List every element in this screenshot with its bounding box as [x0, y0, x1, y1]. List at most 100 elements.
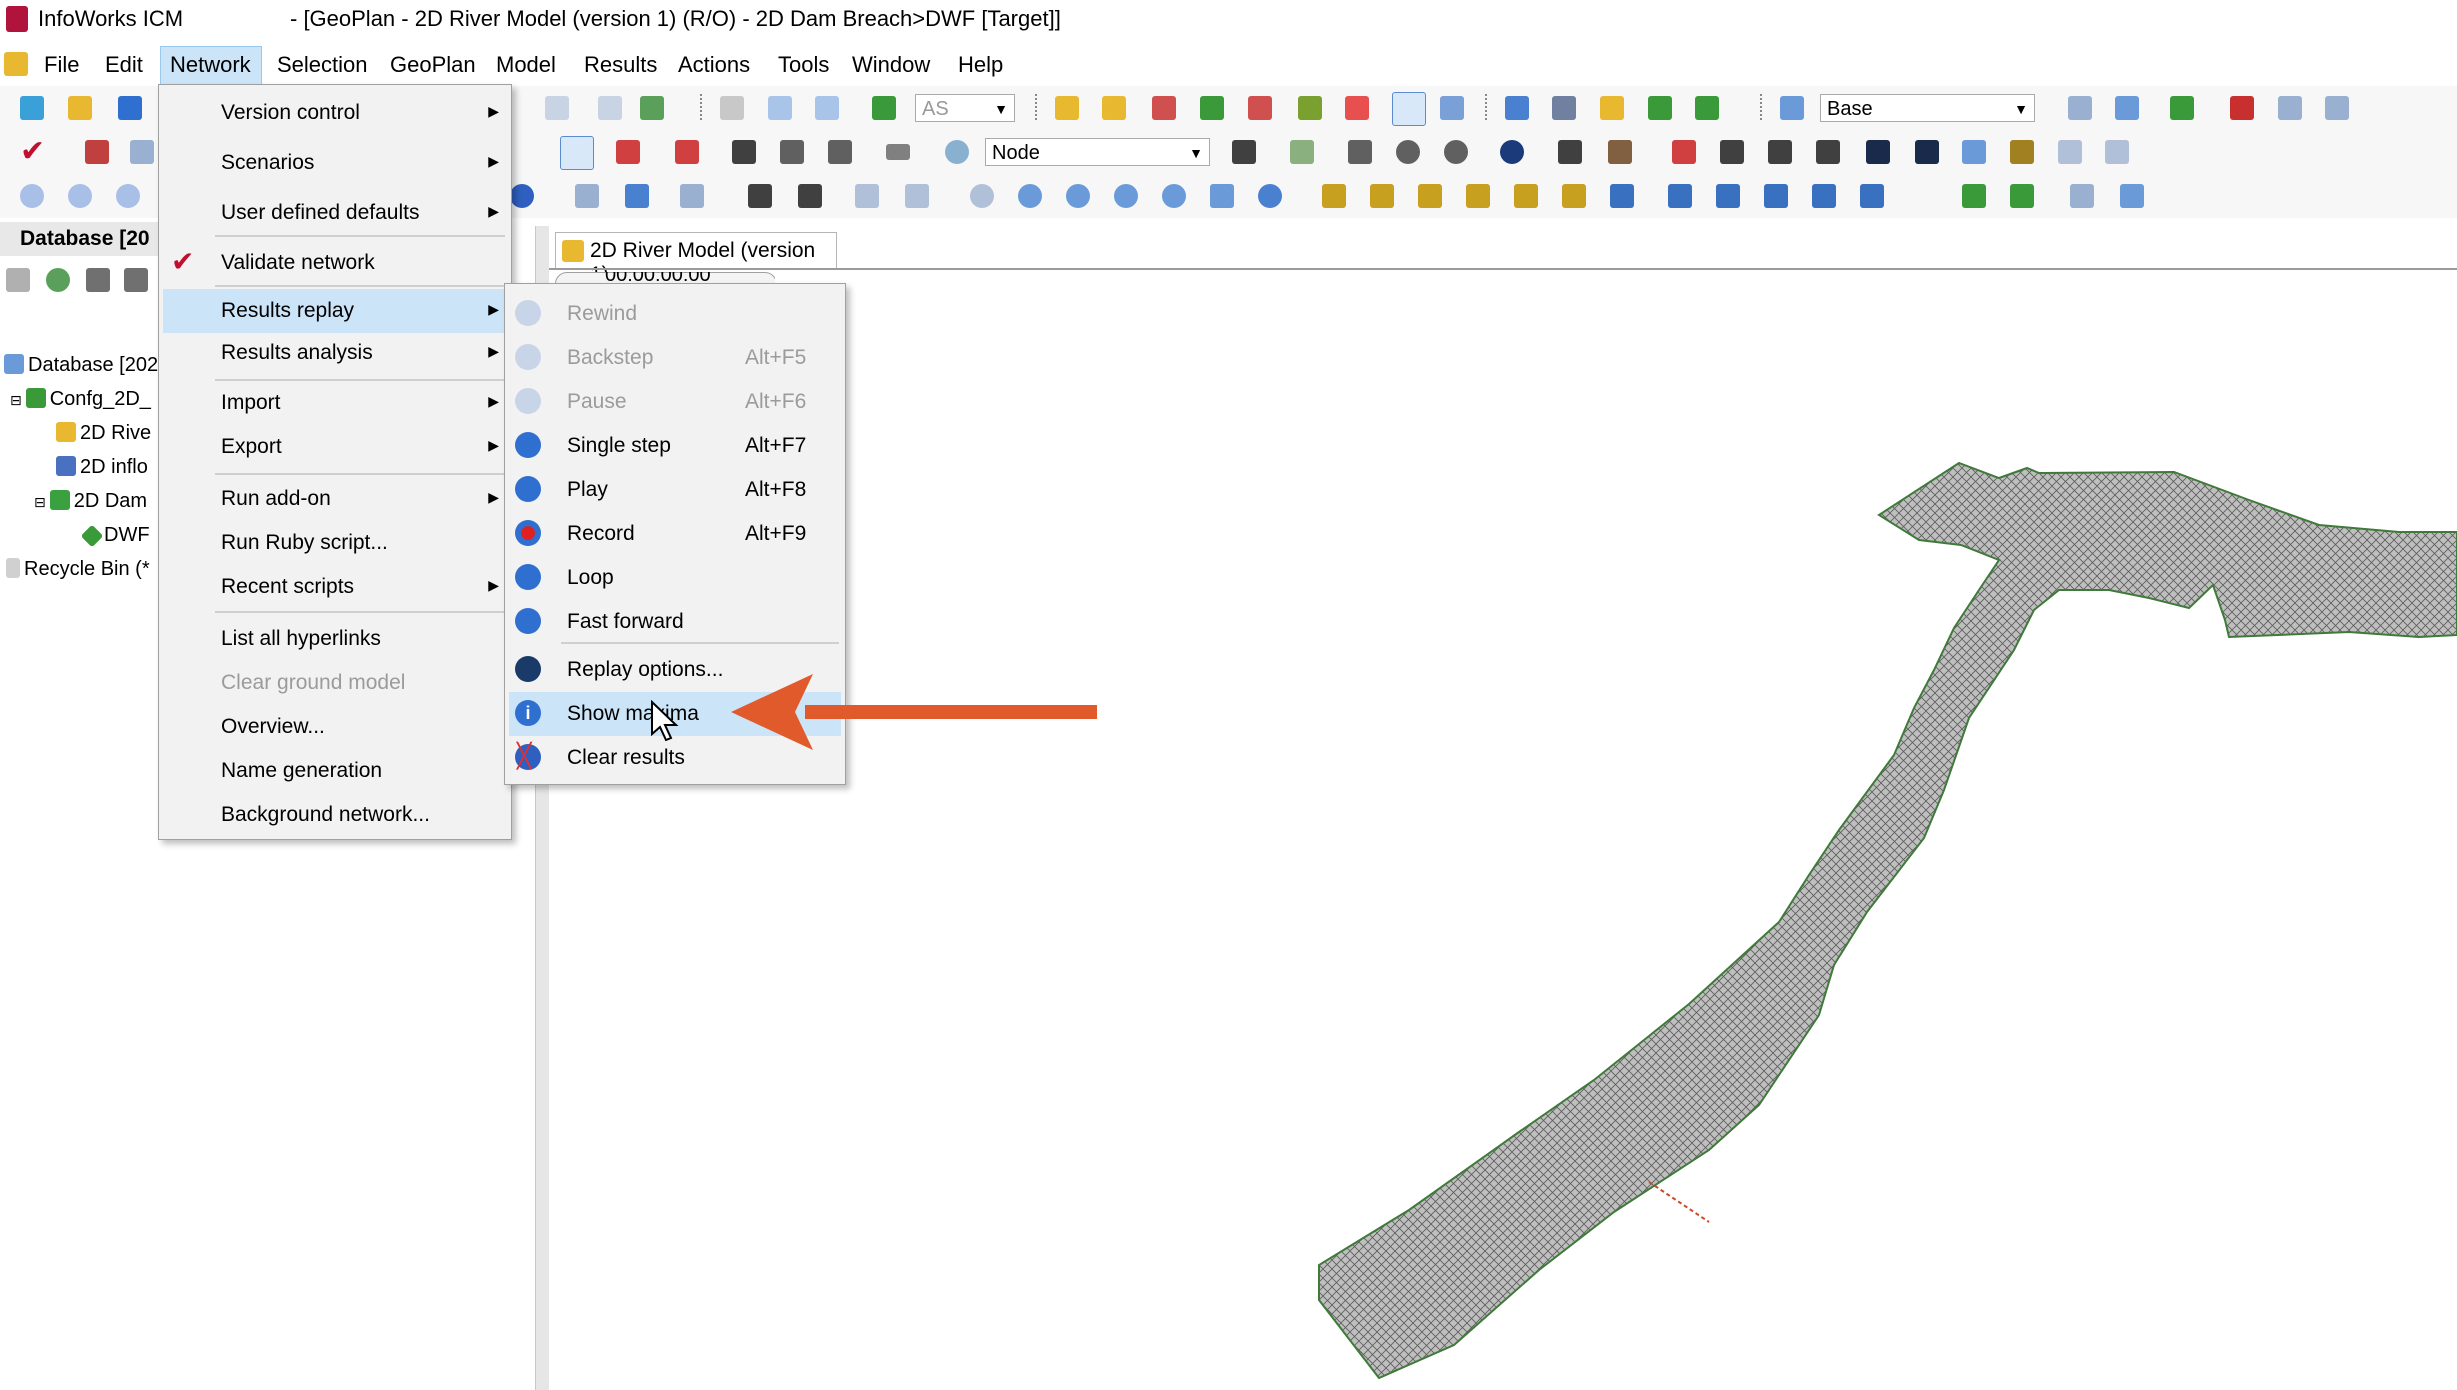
window-icon[interactable] [1440, 96, 1464, 120]
menu-tools[interactable]: Tools [778, 52, 829, 78]
grid-tool-2-icon[interactable] [1370, 184, 1394, 208]
collapse-icon[interactable]: ⊟ [10, 392, 22, 408]
object-tool-5-icon[interactable] [1812, 184, 1836, 208]
graph-icon[interactable] [1915, 140, 1939, 164]
chart-icon[interactable] [1345, 96, 1369, 120]
menu-item-results-analysis[interactable]: Results analysis ▶ [159, 333, 511, 377]
tree-item-config[interactable]: ⊟ Confg_2D_ [10, 388, 151, 411]
menu-item-list-all-hyperlinks[interactable]: List all hyperlinks [159, 615, 511, 659]
mesh-icon[interactable] [2010, 140, 2034, 164]
full-extent-icon[interactable] [1258, 184, 1282, 208]
menu-edit[interactable]: Edit [105, 52, 143, 78]
table-top-icon[interactable] [855, 184, 879, 208]
basemap-icon[interactable] [2010, 184, 2034, 208]
sync-icon[interactable] [2278, 96, 2302, 120]
menu-window[interactable]: Window [852, 52, 930, 78]
pointer-icon[interactable] [560, 136, 594, 170]
redo-icon[interactable] [598, 96, 622, 120]
move-icon[interactable] [970, 184, 994, 208]
expand-icon[interactable] [2105, 140, 2129, 164]
menu-results[interactable]: Results [584, 52, 657, 78]
menu-item-run-ruby-script[interactable]: Run Ruby script... [159, 521, 511, 565]
menu-item-import[interactable]: Import ▶ [159, 383, 511, 427]
scenario-combo[interactable]: Base ▼ [1820, 94, 2035, 122]
object-tool-3-icon[interactable] [1716, 184, 1740, 208]
polygon-icon[interactable] [1816, 140, 1840, 164]
folder-icon[interactable] [1055, 96, 1079, 120]
profile-icon[interactable] [1866, 140, 1890, 164]
arrow-right-icon[interactable] [2058, 140, 2082, 164]
subcatchment-icon[interactable] [1768, 140, 1792, 164]
add-scenario-icon[interactable] [2068, 96, 2092, 120]
properties-icon[interactable] [124, 268, 148, 292]
menu-item-overview[interactable]: Overview... [159, 703, 511, 747]
pipe-icon[interactable] [1290, 140, 1314, 164]
sql-icon[interactable] [85, 140, 109, 164]
grid-tool-5-icon[interactable] [1514, 184, 1538, 208]
menu-file[interactable]: File [44, 52, 79, 78]
paint-icon[interactable] [1648, 96, 1672, 120]
collapse-icon[interactable]: ⊟ [34, 494, 46, 510]
scenario-icon[interactable] [1780, 96, 1804, 120]
center-icon[interactable] [1066, 184, 1090, 208]
new-icon[interactable] [20, 96, 44, 120]
zoom-out-icon[interactable] [1444, 140, 1468, 164]
gear-icon[interactable] [1298, 96, 1322, 120]
menu-selection[interactable]: Selection [277, 52, 368, 78]
refresh-icon[interactable] [46, 268, 70, 292]
label-icon[interactable] [780, 140, 804, 164]
measure-icon[interactable] [732, 140, 756, 164]
node-tool-icon[interactable] [1672, 140, 1696, 164]
object-tool-1-icon[interactable] [1610, 184, 1634, 208]
menu-item-record[interactable]: Record Alt+F9 [505, 512, 845, 556]
menu-item-results-replay[interactable]: Results replay ▶ [163, 289, 507, 333]
grid-tool-1-icon[interactable] [1322, 184, 1346, 208]
tree-item-recycle-bin[interactable]: Recycle Bin (* [6, 558, 150, 581]
section-icon[interactable] [1962, 140, 1986, 164]
hand-tool-icon[interactable] [1210, 184, 1234, 208]
menu-item-background-network[interactable]: Background network... [159, 791, 511, 835]
grid-tool-6-icon[interactable] [1562, 184, 1586, 208]
tree-item-dwf[interactable]: DWF [80, 524, 150, 548]
tree-item-database[interactable]: Database [202 [4, 354, 158, 377]
menu-model[interactable]: Model [496, 52, 556, 78]
menu-item-play[interactable]: Play Alt+F8 [505, 468, 845, 512]
grid-tool-3-icon[interactable] [1418, 184, 1442, 208]
document-icon[interactable] [4, 52, 28, 76]
deselect-icon[interactable] [675, 140, 699, 164]
table-icon[interactable] [1248, 96, 1272, 120]
grid-icon[interactable] [1695, 96, 1719, 120]
tree-item-2d-dam[interactable]: ⊟ 2D Dam [34, 490, 147, 513]
checkmark-icon[interactable]: ✔ [20, 134, 45, 169]
table-icon[interactable] [130, 140, 154, 164]
rewind-icon[interactable] [20, 184, 44, 208]
object-tool-4-icon[interactable] [1764, 184, 1788, 208]
layer-combo[interactable]: Node ▼ [985, 138, 1210, 166]
refresh-icon[interactable] [640, 96, 664, 120]
layer-control-icon[interactable] [680, 184, 704, 208]
globe-icon[interactable] [945, 140, 969, 164]
menu-item-run-add-on[interactable]: Run add-on ▶ [159, 477, 511, 521]
stop-icon[interactable] [2230, 96, 2254, 120]
paste-icon[interactable] [815, 96, 839, 120]
layers-icon[interactable] [1552, 96, 1576, 120]
thematic-icon[interactable] [2070, 184, 2094, 208]
grid-select-icon[interactable] [798, 184, 822, 208]
pen-icon[interactable] [872, 96, 896, 120]
zoom-in-icon[interactable] [1396, 140, 1420, 164]
mesh-polygon[interactable] [1318, 461, 2457, 1380]
grid-tool-4-icon[interactable] [1466, 184, 1490, 208]
globe-icon[interactable] [1200, 96, 1224, 120]
menu-actions[interactable]: Actions [678, 52, 750, 78]
menu-item-single-step[interactable]: Single step Alt+F7 [505, 424, 845, 468]
menu-item-version-control[interactable]: Version control ▶ [159, 91, 511, 135]
list-icon[interactable] [86, 268, 110, 292]
run-icon[interactable] [2170, 96, 2194, 120]
link-icon[interactable] [2325, 96, 2349, 120]
open-icon[interactable] [68, 96, 92, 120]
wrench-icon[interactable] [1505, 96, 1529, 120]
locate-icon[interactable] [1608, 140, 1632, 164]
zoom-icon[interactable] [1018, 184, 1042, 208]
pause-icon[interactable] [116, 184, 140, 208]
link-tool-icon[interactable] [1720, 140, 1744, 164]
